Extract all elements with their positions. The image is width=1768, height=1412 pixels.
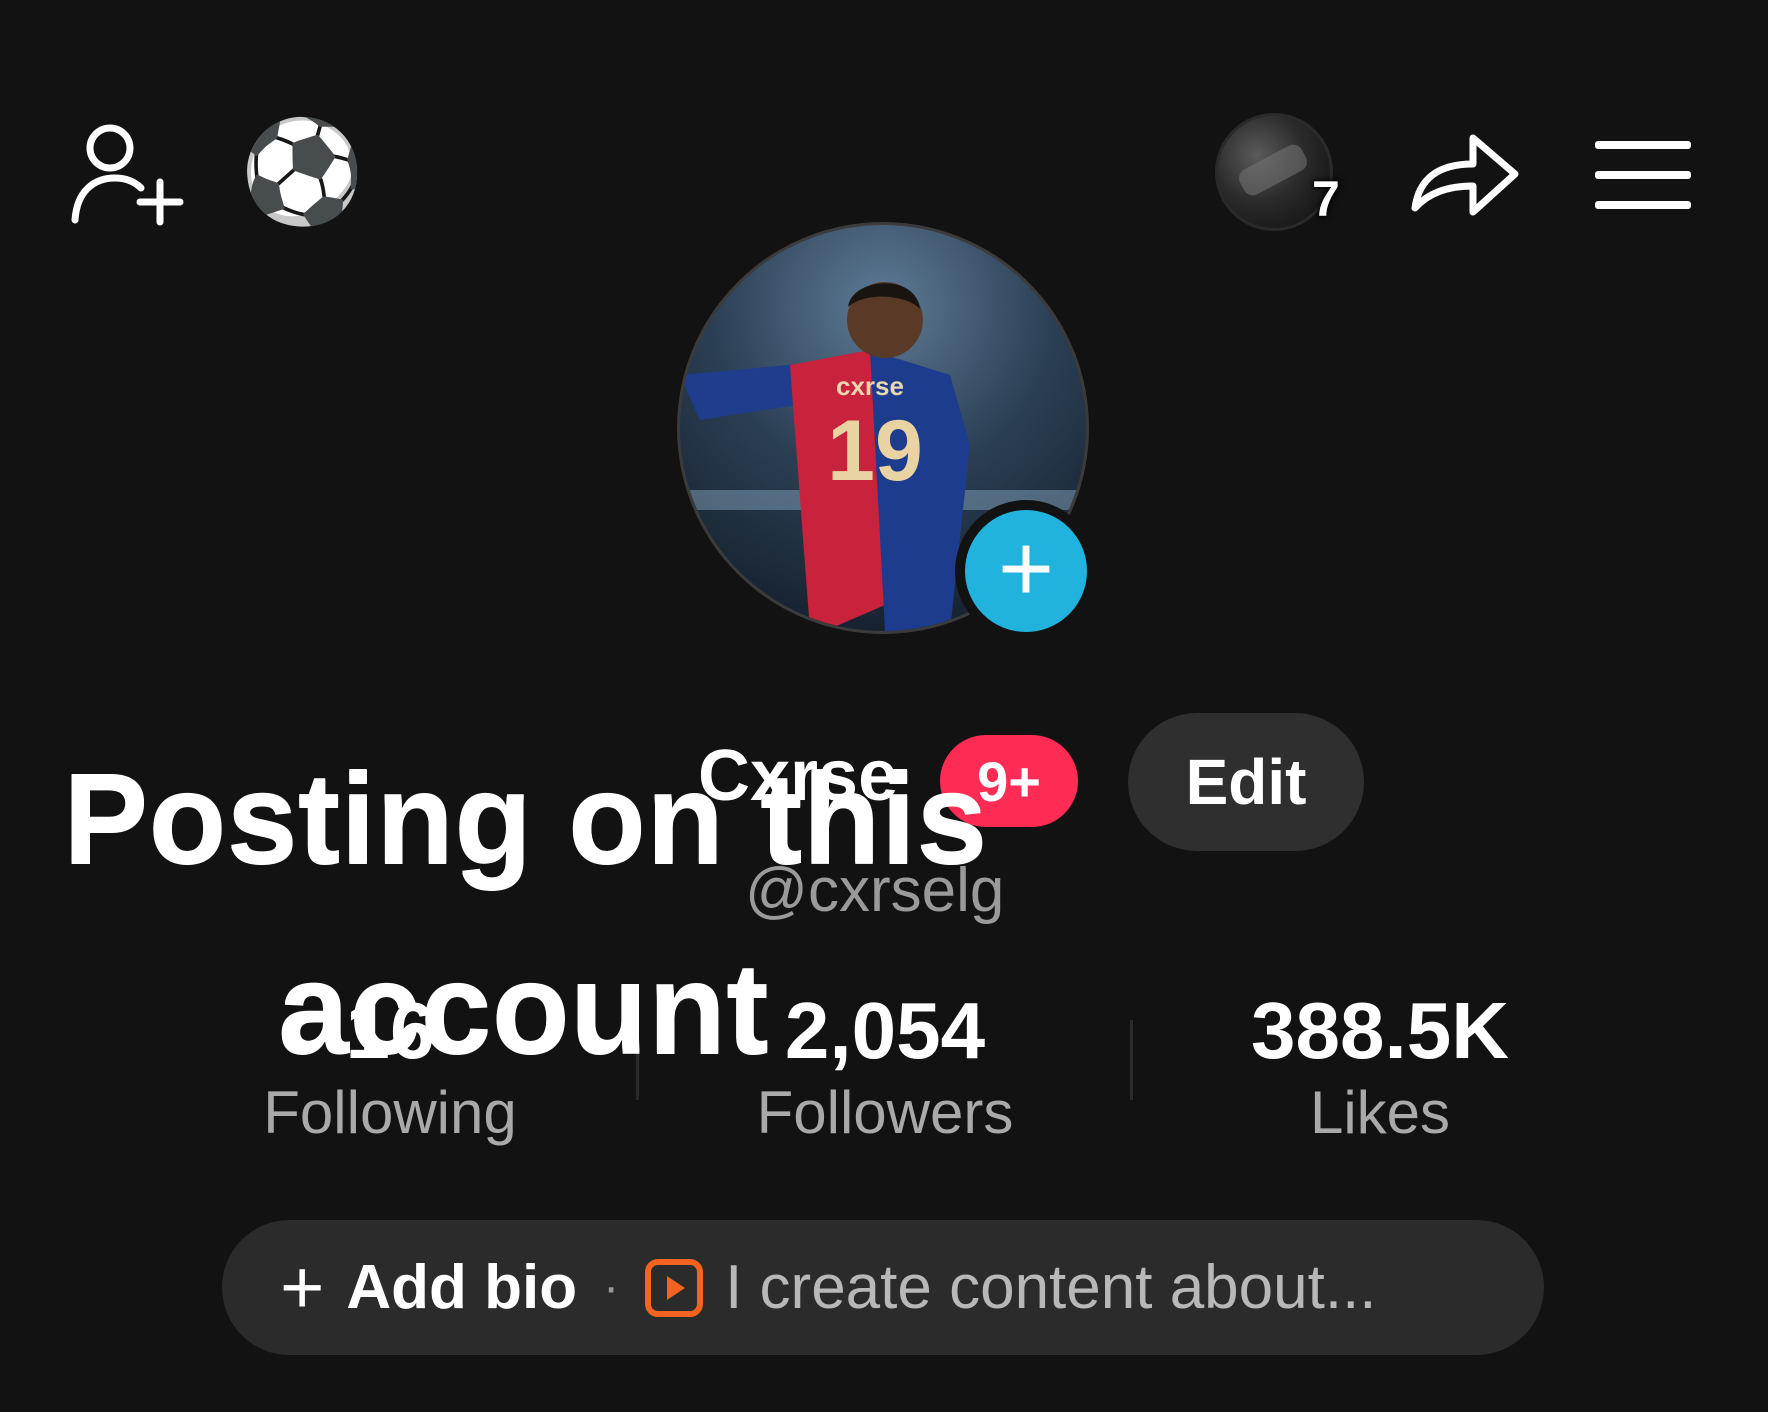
stories-avatar-button[interactable]: 7 [1215, 108, 1340, 233]
overlay-caption-line1: Posting on this [63, 747, 988, 890]
add-bio-bar[interactable]: + Add bio · I create content about... [222, 1220, 1544, 1355]
followers-count[interactable]: 2,054 [735, 985, 1035, 1077]
stats-divider [1130, 1020, 1133, 1100]
followers-label[interactable]: Followers [725, 1078, 1045, 1147]
profile-screen: ⚽ 7 cxrse 19 + Cxrse 9+ Edit @cxrselg 16… [0, 0, 1768, 1412]
bio-prompt-text: I create content about... [725, 1253, 1377, 1322]
play-icon [645, 1258, 704, 1317]
add-person-icon [71, 124, 184, 226]
add-bio-label: Add bio [346, 1253, 578, 1322]
overlay-caption-line2: account [278, 937, 769, 1080]
plus-icon: + [997, 515, 1055, 622]
likes-count[interactable]: 388.5K [1210, 985, 1550, 1077]
story-count: 7 [1312, 171, 1340, 227]
following-label[interactable]: Following [220, 1078, 560, 1147]
add-story-plus-button[interactable]: + [955, 500, 1097, 642]
bio-separator: · [603, 1261, 620, 1314]
bio-plus-icon: + [280, 1244, 325, 1330]
add-friend-button[interactable] [60, 110, 190, 240]
hamburger-menu-icon [1594, 141, 1691, 209]
edit-profile-button[interactable]: Edit [1128, 713, 1364, 851]
menu-button[interactable] [1585, 120, 1700, 230]
share-button[interactable] [1400, 108, 1530, 238]
soccer-ball-emoji[interactable]: ⚽ [240, 115, 365, 230]
share-arrow-icon [1411, 134, 1519, 216]
jersey-name: cxrse [836, 371, 904, 401]
jersey-number: 19 [827, 403, 923, 499]
likes-label[interactable]: Likes [1225, 1078, 1535, 1147]
